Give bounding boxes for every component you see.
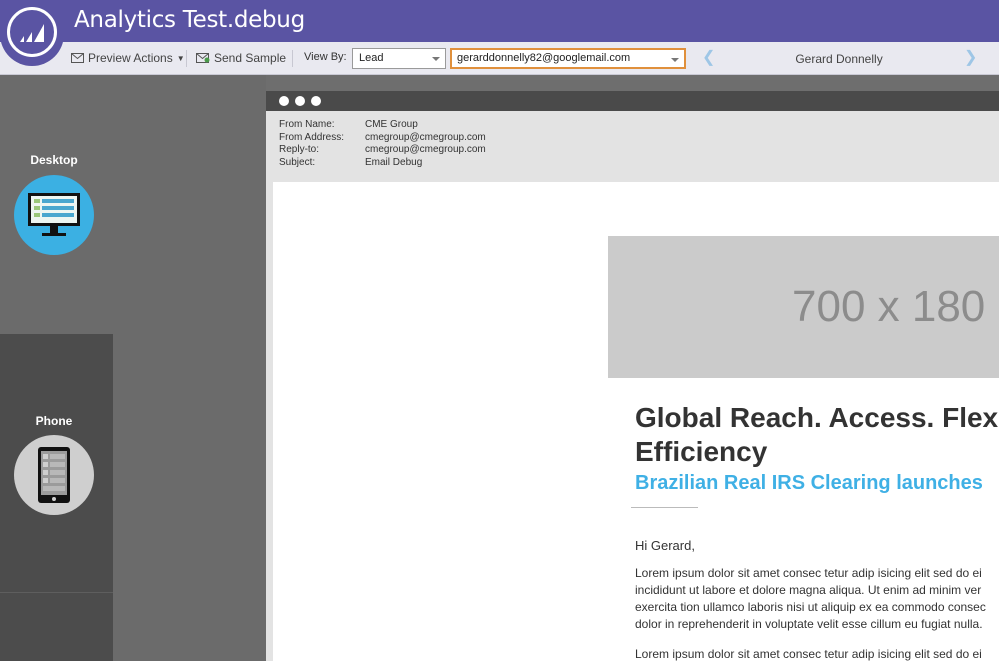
view-by-value: Lead bbox=[359, 52, 384, 64]
body-line: dolor in reprehenderit in voluptate veli… bbox=[635, 617, 983, 631]
from-name-value: CME Group bbox=[365, 119, 418, 130]
next-lead-icon[interactable]: ❯ bbox=[964, 50, 977, 66]
email-body[interactable]: 700 x 180 Global Reach. Access. Flex Eff… bbox=[273, 182, 999, 661]
body-paragraph: Lorem ipsum dolor sit amet consec tetur … bbox=[635, 565, 986, 633]
from-address-label: From Address: bbox=[279, 132, 345, 143]
reply-to-label: Reply-to: bbox=[279, 144, 320, 155]
device-phone[interactable]: Phone bbox=[0, 334, 113, 592]
preview-actions-label: Preview Actions bbox=[88, 51, 173, 65]
reply-to-value: cmegroup@cmegroup.com bbox=[365, 144, 486, 155]
view-by-label: View By: bbox=[304, 51, 347, 63]
email-greeting: Hi Gerard, bbox=[635, 538, 695, 553]
window-titlebar bbox=[266, 91, 999, 111]
logo-icon bbox=[7, 7, 57, 57]
headline-line-1: Global Reach. Access. Flex bbox=[635, 402, 999, 433]
from-name-row: From Name: CME Group bbox=[279, 119, 418, 131]
chevron-down-icon bbox=[671, 58, 679, 62]
lead-name: Gerard Donnelly bbox=[795, 52, 883, 66]
desktop-label: Desktop bbox=[30, 153, 78, 167]
subject-value: Email Debug bbox=[365, 157, 423, 168]
body-line: Lorem ipsum dolor sit amet consec tetur … bbox=[635, 566, 982, 580]
lead-email-value: gerarddonnelly82@googlemail.com bbox=[457, 52, 631, 64]
desktop-icon bbox=[14, 175, 94, 255]
view-by-select[interactable]: Lead bbox=[352, 48, 446, 69]
logo[interactable] bbox=[0, 0, 64, 66]
toolbar-divider bbox=[292, 50, 293, 67]
reply-to-row: Reply-to: cmegroup@cmegroup.com bbox=[279, 144, 486, 156]
window-dot-icon bbox=[311, 96, 321, 106]
phone-icon bbox=[14, 435, 94, 515]
device-desktop[interactable]: Desktop bbox=[0, 75, 113, 334]
email-preview-window: From Name: CME Group From Address: cmegrou… bbox=[266, 91, 999, 661]
headline-line-2: Efficiency bbox=[635, 436, 768, 467]
device-panel-footer bbox=[0, 592, 113, 661]
send-envelope-icon bbox=[196, 53, 210, 63]
email-subheadline: Brazilian Real IRS Clearing launches bbox=[635, 472, 983, 494]
from-address-row: From Address: cmegroup@cmegroup.com bbox=[279, 132, 486, 144]
email-headline: Global Reach. Access. Flex Efficiency bbox=[635, 401, 998, 469]
phone-label: Phone bbox=[35, 414, 73, 428]
toolbar: Preview Actions ▼ Send Sample View By: L… bbox=[0, 42, 999, 75]
hero-placeholder-text: 700 x 180 bbox=[792, 282, 986, 331]
send-sample-label: Send Sample bbox=[214, 51, 287, 65]
subject-row: Subject: Email Debug bbox=[279, 157, 422, 169]
email-body-frame: 700 x 180 Global Reach. Access. Flex Eff… bbox=[266, 177, 999, 661]
app-title: Analytics Test.debug bbox=[74, 7, 305, 33]
from-name-label: From Name: bbox=[279, 119, 335, 130]
preview-actions-button[interactable]: Preview Actions ▼ bbox=[71, 51, 185, 65]
body-line: exercita tion ullamco laboris nisi ut al… bbox=[635, 600, 986, 614]
from-address-value: cmegroup@cmegroup.com bbox=[365, 132, 486, 143]
previous-lead-icon[interactable]: ❮ bbox=[702, 50, 715, 66]
body-line: incididunt ut labore et dolore magna ali… bbox=[635, 583, 982, 597]
lead-email-select[interactable]: gerarddonnelly82@googlemail.com bbox=[450, 48, 686, 69]
hero-image-placeholder: 700 x 180 bbox=[608, 236, 999, 378]
app-header: Analytics Test.debug bbox=[0, 0, 999, 42]
window-dot-icon bbox=[279, 96, 289, 106]
device-panel: Desktop Phone bbox=[0, 75, 266, 661]
chevron-down-icon bbox=[432, 57, 440, 61]
toolbar-divider bbox=[186, 50, 187, 67]
send-sample-button[interactable]: Send Sample bbox=[196, 51, 286, 65]
body-paragraph-2: Lorem ipsum dolor sit amet consec tetur … bbox=[635, 647, 982, 661]
caret-down-icon: ▼ bbox=[176, 53, 185, 63]
window-dot-icon bbox=[295, 96, 305, 106]
subject-label: Subject: bbox=[279, 157, 316, 168]
envelope-icon bbox=[71, 53, 84, 63]
divider bbox=[631, 507, 698, 508]
